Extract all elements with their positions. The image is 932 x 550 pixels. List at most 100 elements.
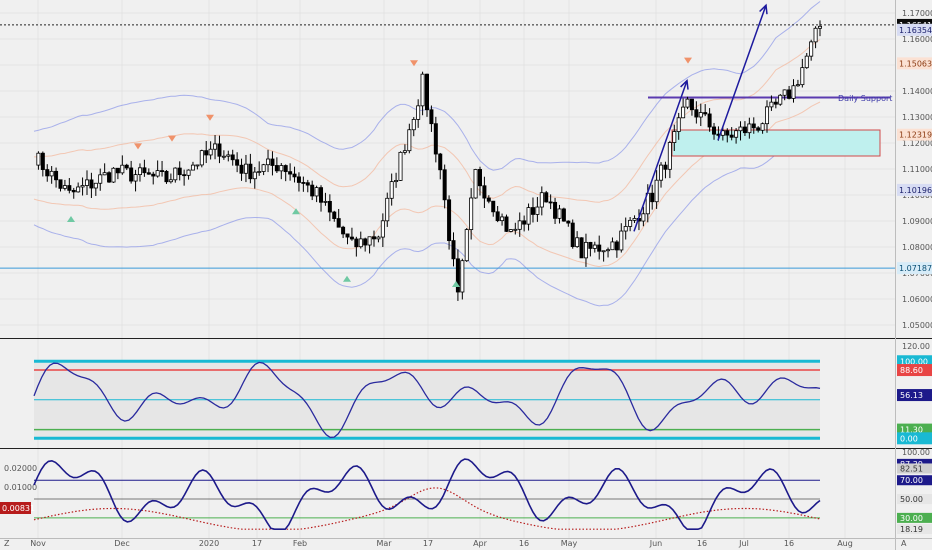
candle-body bbox=[517, 220, 522, 230]
candle-body bbox=[504, 216, 509, 232]
candle-body bbox=[129, 167, 134, 182]
candle-body bbox=[376, 236, 381, 240]
candle-body bbox=[795, 84, 800, 87]
candle-body bbox=[623, 226, 628, 232]
time-tick-label[interactable]: Mar bbox=[376, 539, 392, 548]
time-tick-label[interactable]: Aug bbox=[837, 539, 853, 548]
lower-right-tick-label: 100.00 bbox=[902, 448, 930, 457]
price-badge-label: 1.15063 bbox=[899, 59, 932, 68]
oscillator-badge-label: 88.60 bbox=[900, 366, 923, 375]
candle-body bbox=[579, 237, 584, 259]
candle-body bbox=[729, 134, 734, 138]
candle-body bbox=[111, 167, 116, 183]
time-tick-label[interactable]: 16 bbox=[519, 539, 529, 548]
candle-body bbox=[160, 170, 165, 173]
candle-body bbox=[217, 143, 222, 157]
candle-body bbox=[248, 163, 253, 180]
candle-body bbox=[601, 250, 606, 253]
candle-body bbox=[477, 169, 482, 187]
oscillator-badge-label: 0.00 bbox=[900, 434, 918, 443]
time-tick-label[interactable]: Nov bbox=[30, 539, 46, 548]
candle-body bbox=[751, 123, 756, 129]
candle-body bbox=[195, 164, 200, 167]
candle-body bbox=[482, 185, 487, 199]
candle-body bbox=[469, 197, 474, 230]
candle-body bbox=[204, 150, 209, 156]
candle-body bbox=[583, 241, 588, 259]
candle-body bbox=[89, 179, 94, 189]
oscillator-tick-label: 120.00 bbox=[902, 342, 930, 351]
candle-body bbox=[804, 55, 809, 69]
time-tick-label[interactable]: 16 bbox=[697, 539, 707, 548]
time-tick-label[interactable]: Jul bbox=[738, 539, 749, 548]
candle-body bbox=[570, 222, 575, 248]
candle-body bbox=[557, 208, 562, 219]
candle-body bbox=[257, 171, 262, 173]
price-tick-label: 1.17000 bbox=[902, 9, 932, 18]
candle-body bbox=[424, 73, 429, 111]
candle-body bbox=[363, 238, 368, 246]
candle-body bbox=[451, 240, 456, 260]
candle-body bbox=[535, 206, 540, 215]
candle-body bbox=[455, 258, 460, 293]
candle-body bbox=[146, 172, 151, 175]
candle-body bbox=[495, 211, 500, 222]
price-badge-label: 1.16354 bbox=[899, 26, 932, 35]
candle-body bbox=[756, 127, 761, 131]
candle-body bbox=[606, 249, 611, 252]
candle-body bbox=[358, 238, 363, 248]
time-tick-label[interactable]: 17 bbox=[252, 539, 262, 548]
time-tick-label[interactable]: 2020 bbox=[199, 539, 219, 548]
candle-body bbox=[544, 192, 549, 203]
candle-body bbox=[261, 164, 266, 172]
candle-body bbox=[354, 238, 359, 248]
time-tick-label[interactable]: Dec bbox=[114, 539, 129, 548]
candle-body bbox=[809, 41, 814, 57]
candle-body bbox=[769, 101, 774, 108]
candle-body bbox=[62, 185, 67, 189]
candle-body bbox=[301, 182, 306, 184]
candle-body bbox=[641, 213, 646, 222]
trading-chart[interactable]: Daily Support 120.00100.0088.6056.1311.3… bbox=[0, 0, 932, 550]
candle-body bbox=[610, 241, 615, 251]
candle-body bbox=[40, 152, 45, 170]
candle-body bbox=[177, 167, 182, 176]
candle-body bbox=[712, 126, 717, 135]
candle-body bbox=[698, 112, 703, 118]
candle-body bbox=[734, 130, 739, 138]
candle-body bbox=[71, 189, 76, 193]
candle-body bbox=[314, 187, 319, 197]
candle-body bbox=[539, 192, 544, 208]
candle-body bbox=[124, 164, 129, 169]
candle-body bbox=[747, 123, 752, 134]
support-zone-rect bbox=[671, 129, 881, 157]
price-badge-label: 1.12319 bbox=[899, 131, 932, 140]
time-tick-label[interactable]: Apr bbox=[473, 539, 488, 548]
candle-body bbox=[164, 170, 169, 183]
time-tick-label[interactable]: Feb bbox=[293, 539, 307, 548]
candle-body bbox=[592, 244, 597, 249]
candle-body bbox=[742, 126, 747, 134]
candle-body bbox=[107, 172, 112, 183]
candle-body bbox=[389, 181, 394, 199]
candle-body bbox=[575, 237, 580, 248]
candle-body bbox=[787, 89, 792, 99]
time-tick-label[interactable]: 16 bbox=[784, 539, 794, 548]
candle-body bbox=[36, 152, 41, 166]
candle-body bbox=[707, 113, 712, 128]
candle-body bbox=[411, 119, 416, 131]
price-tick-label: 1.08000 bbox=[902, 243, 932, 252]
time-tick-label[interactable]: May bbox=[561, 539, 578, 548]
candle-body bbox=[791, 85, 796, 99]
candle-body bbox=[58, 179, 63, 189]
candle-body bbox=[49, 170, 54, 177]
corner-right-label[interactable]: A bbox=[901, 539, 907, 548]
time-tick-label[interactable]: 17 bbox=[423, 539, 433, 548]
corner-left-label[interactable]: Z bbox=[4, 539, 10, 548]
time-tick-label[interactable]: Jun bbox=[649, 539, 663, 548]
candle-body bbox=[221, 155, 226, 158]
candle-body bbox=[438, 153, 443, 171]
price-tick-label: 1.13000 bbox=[902, 113, 932, 122]
candle-body bbox=[429, 109, 434, 125]
candle-body bbox=[349, 236, 354, 240]
